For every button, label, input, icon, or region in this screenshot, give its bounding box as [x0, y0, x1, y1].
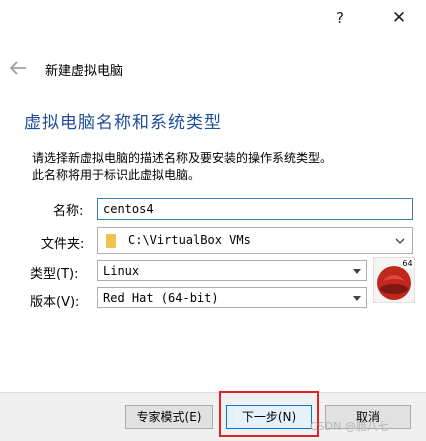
- name-label: 名称:: [53, 204, 84, 219]
- folder-icon: [106, 234, 116, 248]
- highlight-box: [219, 391, 319, 437]
- back-arrow-icon[interactable]: [8, 58, 28, 78]
- description-line-2: 此名称将用于标识此虚拟电脑。: [32, 168, 201, 182]
- redhat-os-icon: 64: [373, 257, 415, 303]
- version-label: 版本(V):: [30, 295, 80, 310]
- title-bar: ? ✕: [0, 0, 426, 40]
- wizard-header: 新建虚拟电脑: [0, 55, 426, 83]
- type-value: Linux: [103, 264, 140, 278]
- wizard-title: 新建虚拟电脑: [45, 64, 124, 79]
- dropdown-arrow-icon: [353, 269, 361, 274]
- folder-value: C:\VirtualBox VMs: [128, 233, 251, 247]
- watermark: CSDN @腊八七: [310, 420, 389, 433]
- description-line-1: 请选择新虚拟电脑的描述名称及要安装的操作系统类型。: [32, 151, 333, 165]
- folder-label: 文件夹:: [41, 237, 85, 252]
- version-value: Red Hat (64-bit): [103, 291, 219, 305]
- name-input[interactable]: centos4: [97, 198, 413, 220]
- section-title: 虚拟电脑名称和系统类型: [24, 113, 222, 133]
- type-select[interactable]: Linux: [97, 260, 367, 281]
- dropdown-arrow-icon: [353, 296, 361, 301]
- type-label: 类型(T):: [30, 267, 79, 282]
- help-button[interactable]: ?: [328, 6, 352, 30]
- close-button[interactable]: ✕: [387, 6, 411, 30]
- description: 请选择新虚拟电脑的描述名称及要安装的操作系统类型。 此名称将用于标识此虚拟电脑。: [32, 150, 417, 184]
- expert-mode-button[interactable]: 专家模式(E): [125, 405, 213, 429]
- folder-select[interactable]: C:\VirtualBox VMs: [97, 227, 413, 254]
- chevron-down-icon: [395, 238, 405, 244]
- version-select[interactable]: Red Hat (64-bit): [97, 287, 367, 308]
- os-icon-badge: 64: [402, 259, 412, 268]
